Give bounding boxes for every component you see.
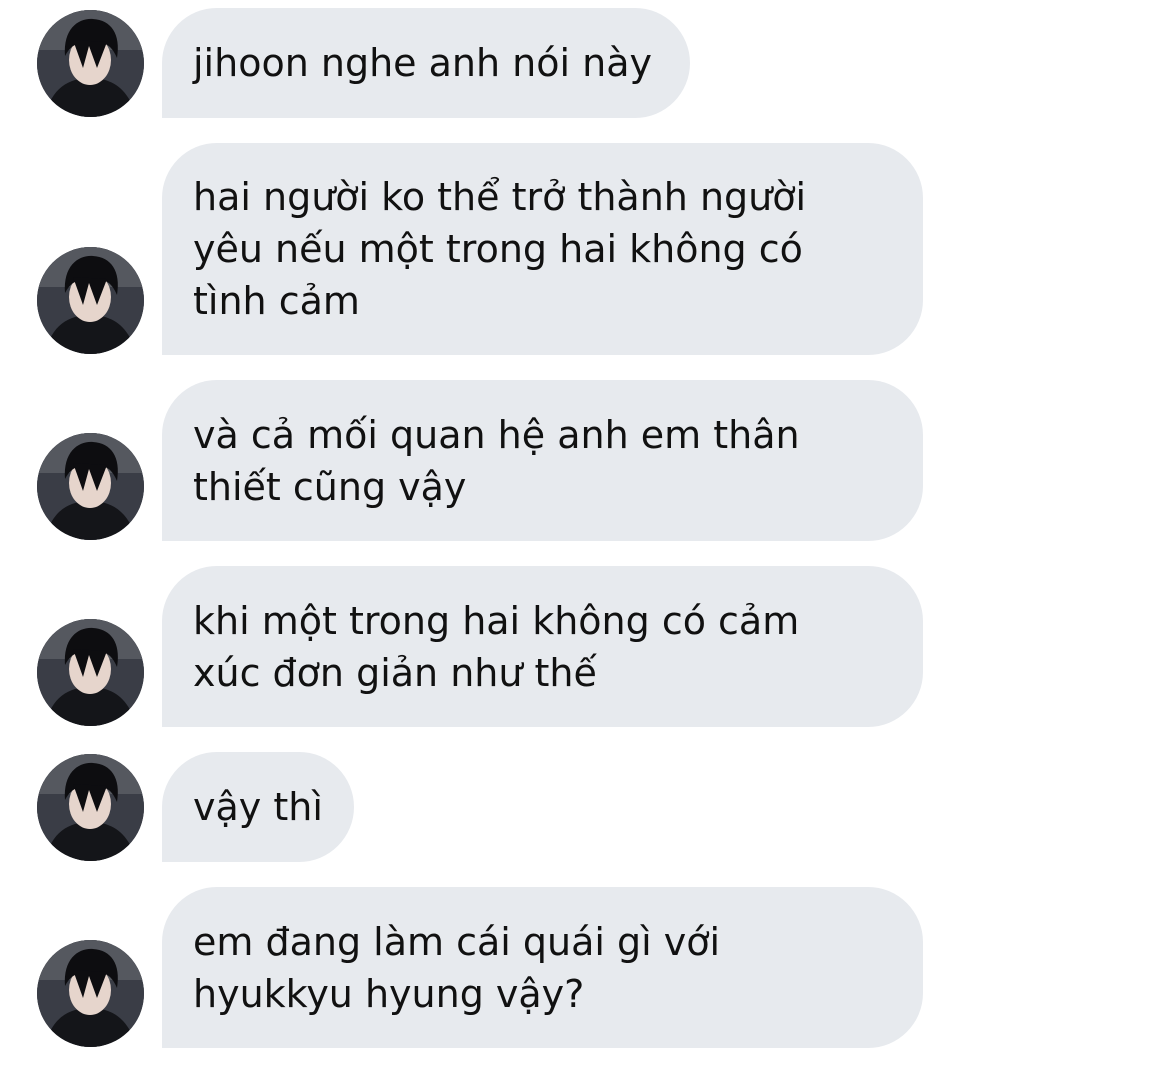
message-text: và cả mối quan hệ anh em thân thiết cũng…: [193, 412, 800, 509]
person-photo-avatar-icon: [37, 433, 144, 540]
message-text: em đang làm cái quái gì với hyukkyu hyun…: [193, 919, 721, 1016]
message-bubble[interactable]: và cả mối quan hệ anh em thân thiết cũng…: [162, 380, 923, 541]
message-bubble[interactable]: em đang làm cái quái gì với hyukkyu hyun…: [162, 887, 923, 1048]
message-bubble[interactable]: hai người ko thể trở thành người yêu nếu…: [162, 143, 923, 355]
avatar[interactable]: [37, 754, 144, 861]
message-text: hai người ko thể trở thành người yêu nếu…: [193, 175, 807, 323]
person-photo-avatar-icon: [37, 940, 144, 1047]
message-bubble[interactable]: khi một trong hai không có cảm xúc đơn g…: [162, 566, 923, 727]
message-text: jihoon nghe anh nói này: [193, 41, 652, 85]
avatar[interactable]: [37, 940, 144, 1047]
person-photo-avatar-icon: [37, 10, 144, 117]
message-text: khi một trong hai không có cảm xúc đơn g…: [193, 598, 800, 695]
person-photo-avatar-icon: [37, 754, 144, 861]
avatar[interactable]: [37, 433, 144, 540]
person-photo-avatar-icon: [37, 619, 144, 726]
avatar[interactable]: [37, 247, 144, 354]
avatar[interactable]: [37, 10, 144, 117]
message-text: vậy thì: [193, 785, 323, 829]
message-bubble[interactable]: vậy thì: [162, 752, 354, 862]
avatar[interactable]: [37, 619, 144, 726]
message-bubble[interactable]: jihoon nghe anh nói này: [162, 8, 690, 118]
person-photo-avatar-icon: [37, 247, 144, 354]
